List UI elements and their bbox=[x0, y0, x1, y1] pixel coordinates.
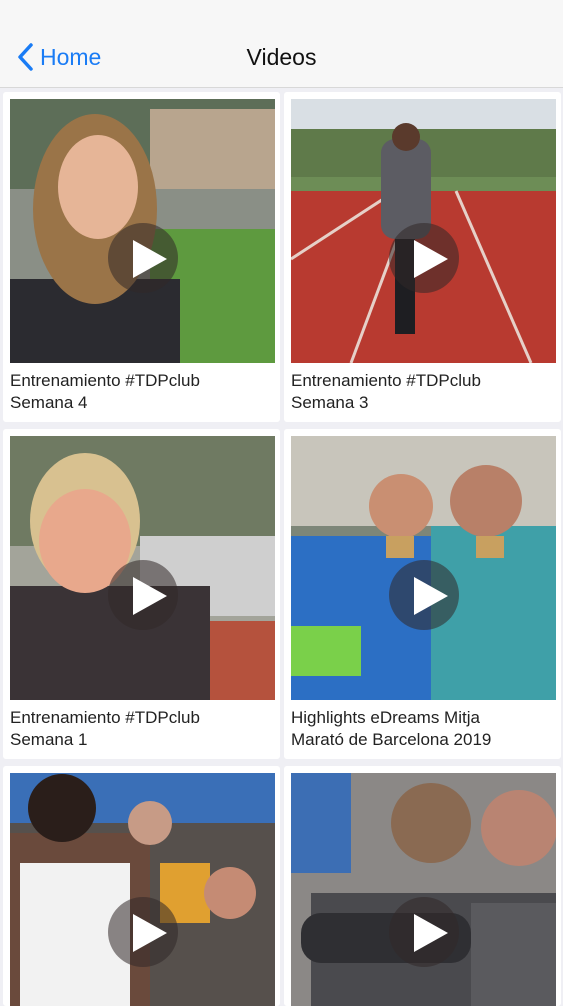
video-title: Entrenamiento #TDPclub Semana 3 bbox=[291, 371, 481, 412]
navigation-bar: Home Videos bbox=[0, 0, 563, 88]
page-title: Videos bbox=[246, 44, 317, 70]
video-card[interactable]: Highlights eDreams Mitja Marató de Barce… bbox=[284, 429, 561, 759]
video-card[interactable]: Entrenamiento #TDPclub Semana 3 bbox=[284, 92, 561, 422]
video-thumbnail bbox=[291, 773, 556, 1006]
video-title: Entrenamiento #TDPclub Semana 1 bbox=[10, 708, 200, 749]
video-title: Highlights eDreams Mitja Marató de Barce… bbox=[291, 708, 492, 749]
video-thumbnail bbox=[10, 99, 275, 363]
play-icon[interactable] bbox=[389, 897, 459, 967]
video-thumbnail bbox=[10, 773, 275, 1006]
video-card[interactable]: Entrenamiento #TDPclub Semana 4 bbox=[3, 92, 280, 422]
video-thumbnail bbox=[10, 436, 275, 700]
play-icon[interactable] bbox=[389, 560, 459, 630]
video-thumbnail bbox=[291, 436, 556, 700]
video-card[interactable] bbox=[284, 766, 561, 1006]
video-card[interactable] bbox=[3, 766, 280, 1006]
play-icon[interactable] bbox=[108, 223, 178, 293]
video-title: Entrenamiento #TDPclub Semana 4 bbox=[10, 371, 200, 412]
play-icon[interactable] bbox=[108, 897, 178, 967]
video-card[interactable]: Entrenamiento #TDPclub Semana 1 bbox=[3, 429, 280, 759]
play-icon[interactable] bbox=[108, 560, 178, 630]
video-thumbnail bbox=[291, 99, 556, 363]
play-icon[interactable] bbox=[389, 223, 459, 293]
